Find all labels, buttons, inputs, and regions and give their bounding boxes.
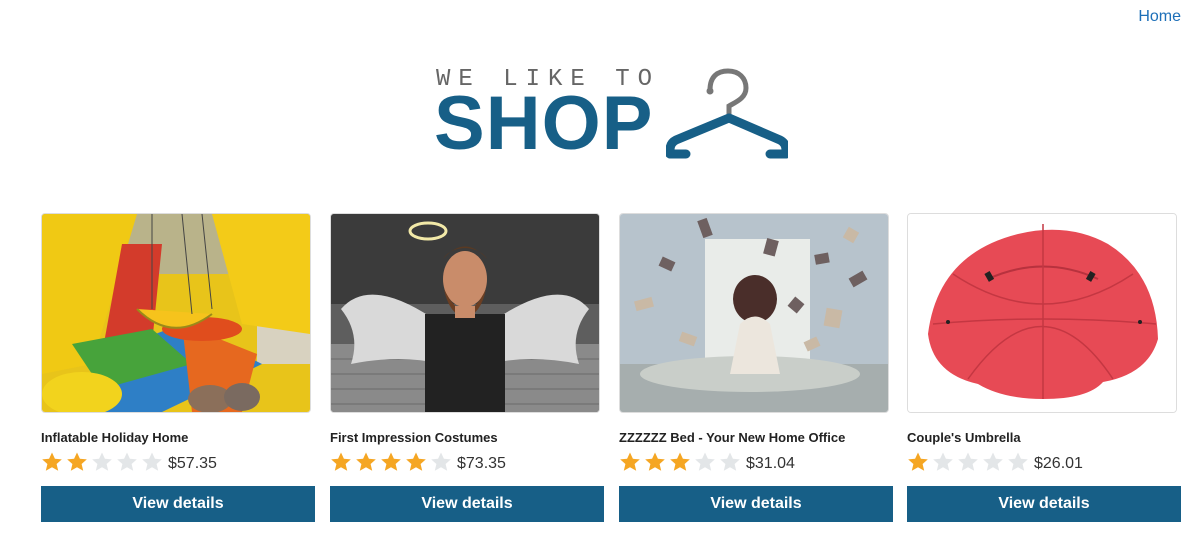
product-price: $73.35 <box>457 455 506 472</box>
star-rating: $57.35 <box>41 450 315 474</box>
star-filled-icon <box>66 451 88 473</box>
product-card: ZZZZZZ Bed - Your New Home Office $31.04… <box>619 213 893 533</box>
product-card: Couple's Umbrella $26.01 View details <box>907 213 1181 533</box>
star-empty-icon <box>694 451 716 473</box>
product-name[interactable]: ZZZZZZ Bed - Your New Home Office <box>619 430 893 445</box>
home-link[interactable]: Home <box>1138 8 1181 26</box>
hanger-icon <box>666 68 788 159</box>
logo-wordmark: SHOP <box>434 81 654 166</box>
star-empty-icon <box>116 451 138 473</box>
star-empty-icon <box>957 451 979 473</box>
product-image-inflatable-castle[interactable] <box>41 213 311 413</box>
star-empty-icon <box>719 451 741 473</box>
star-rating: $73.35 <box>330 450 604 474</box>
star-filled-icon <box>907 451 929 473</box>
star-empty-icon <box>430 451 452 473</box>
view-details-button[interactable]: View details <box>330 486 604 522</box>
star-empty-icon <box>932 451 954 473</box>
view-details-button[interactable]: View details <box>41 486 315 522</box>
view-details-button[interactable]: View details <box>907 486 1181 522</box>
product-card: Inflatable Holiday Home $57.35 View deta… <box>41 213 315 533</box>
star-empty-icon <box>91 451 113 473</box>
star-filled-icon <box>405 451 427 473</box>
star-rating: $26.01 <box>907 450 1181 474</box>
star-filled-icon <box>330 451 352 473</box>
star-filled-icon <box>669 451 691 473</box>
product-name[interactable]: First Impression Costumes <box>330 430 604 445</box>
product-price: $26.01 <box>1034 455 1083 472</box>
star-rating: $31.04 <box>619 450 893 474</box>
product-name[interactable]: Inflatable Holiday Home <box>41 430 315 445</box>
product-image-angel-costume[interactable] <box>330 213 600 413</box>
product-image-red-umbrella[interactable] <box>907 213 1177 413</box>
star-filled-icon <box>41 451 63 473</box>
star-filled-icon <box>619 451 641 473</box>
product-image-flying-books-bed[interactable] <box>619 213 889 413</box>
product-name[interactable]: Couple's Umbrella <box>907 430 1181 445</box>
star-filled-icon <box>380 451 402 473</box>
site-logo[interactable]: WE LIKE TO SHOP <box>434 66 794 166</box>
product-card: First Impression Costumes $73.35 View de… <box>330 213 604 533</box>
star-empty-icon <box>1007 451 1029 473</box>
product-price: $57.35 <box>168 455 217 472</box>
star-empty-icon <box>982 451 1004 473</box>
product-price: $31.04 <box>746 455 795 472</box>
star-filled-icon <box>644 451 666 473</box>
star-empty-icon <box>141 451 163 473</box>
star-filled-icon <box>355 451 377 473</box>
view-details-button[interactable]: View details <box>619 486 893 522</box>
